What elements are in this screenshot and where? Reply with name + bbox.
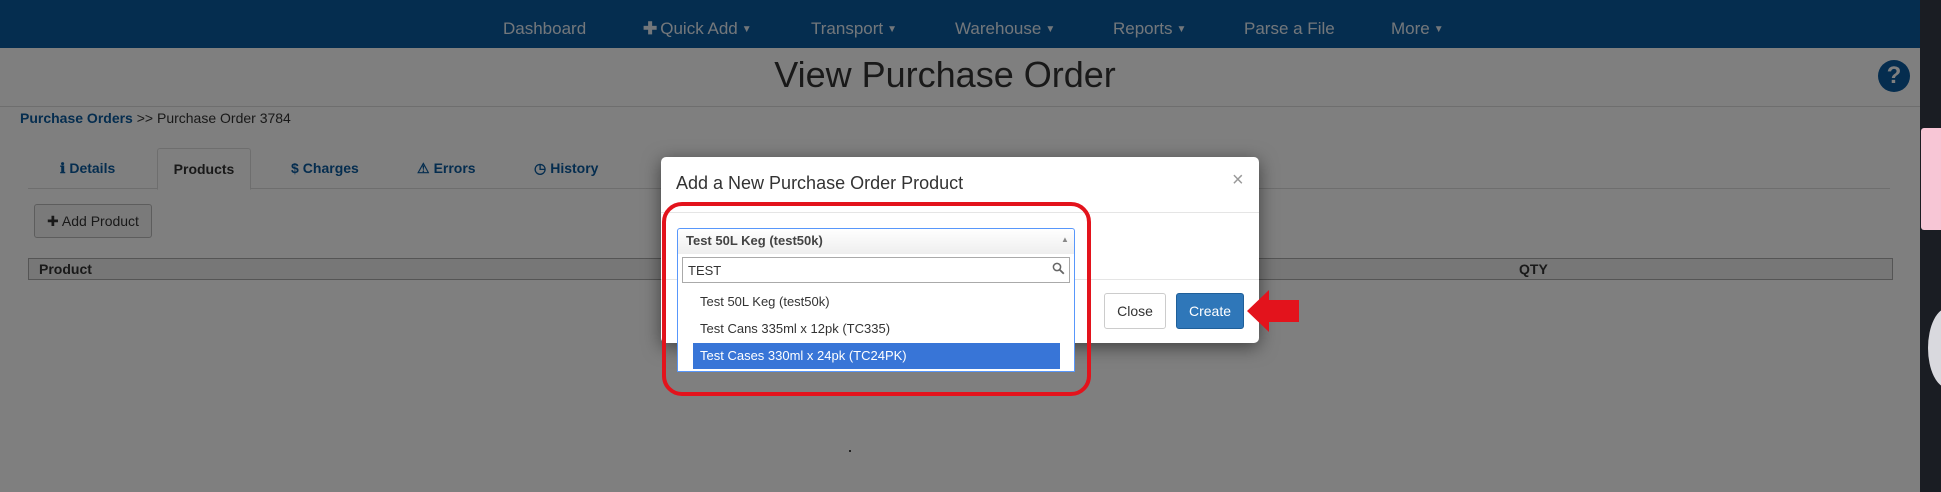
modal-title: Add a New Purchase Order Product — [676, 173, 964, 193]
arrow-left-icon — [1247, 290, 1299, 332]
close-icon[interactable]: × — [1232, 169, 1244, 192]
highlight-annotation-ring — [662, 202, 1091, 396]
side-thumbnail[interactable] — [1921, 128, 1941, 230]
close-button[interactable]: Close — [1104, 293, 1166, 329]
create-button[interactable]: Create — [1176, 293, 1244, 329]
side-panel-strip — [1920, 0, 1941, 492]
cursor-dot — [849, 450, 851, 452]
